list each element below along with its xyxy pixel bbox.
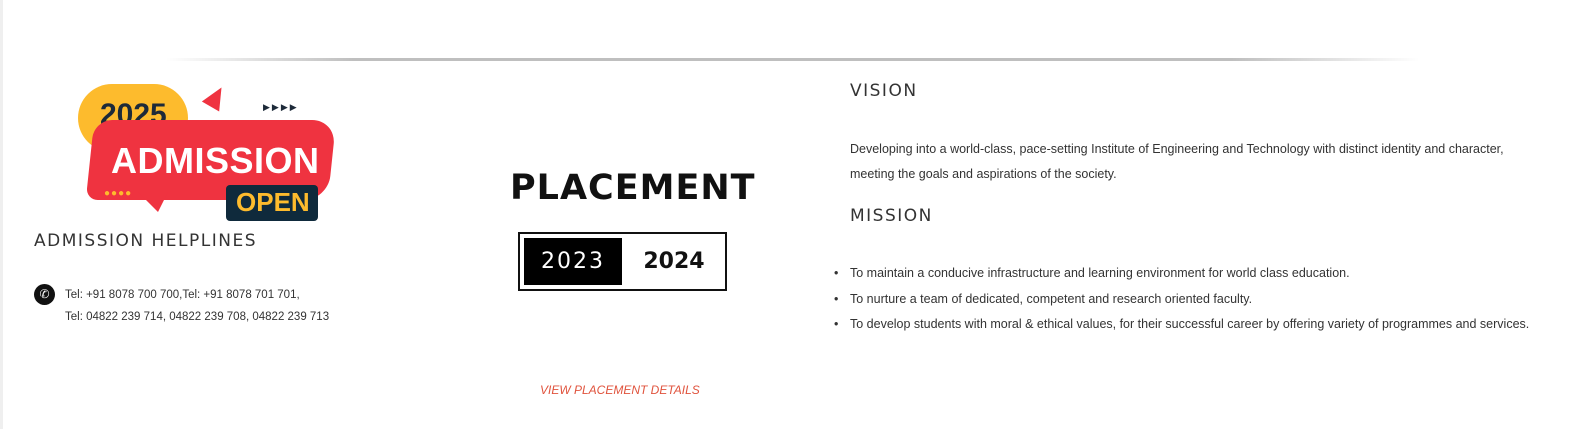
placement-year-to: 2024 (643, 249, 705, 274)
vision-heading: VISION (850, 81, 918, 101)
mission-item: To maintain a conducive infrastructure a… (834, 261, 1529, 287)
helpline-line-2: Tel: 04822 239 714, 04822 239 708, 04822… (65, 311, 330, 323)
arrows-icon: ▶▶▶▶ (263, 102, 299, 112)
placement-title: PLACEMENT (510, 168, 756, 208)
mission-list: To maintain a conducive infrastructure a… (834, 261, 1529, 338)
badge-main-text: ADMISSION (111, 140, 320, 181)
mission-item: To develop students with moral & ethical… (834, 312, 1529, 338)
helpline-line-1: Tel: +91 8078 700 700,Tel: +91 8078 701 … (65, 289, 300, 301)
placement-year-from: 2023 (524, 238, 622, 285)
mission-item: To nurture a team of dedicated, competen… (834, 287, 1529, 313)
mission-heading: MISSION (850, 206, 933, 226)
section-divider (165, 58, 1420, 61)
badge-open-text: OPEN (236, 187, 310, 217)
speech-bubble-tail (138, 192, 168, 212)
placement-year-box: 2023 2024 (518, 232, 727, 291)
spark-icon (201, 82, 231, 112)
helplines-title: ADMISSION HELPLINES (34, 231, 257, 251)
dots-icon: ●●●● (104, 188, 133, 199)
view-placement-details-link[interactable]: VIEW PLACEMENT DETAILS (540, 383, 700, 397)
admission-open-banner[interactable]: 2025 ▶▶▶▶ ADMISSION ●●●● OPEN (78, 82, 338, 224)
phone-icon: ✆ (34, 284, 55, 305)
vision-text: Developing into a world-class, pace-sett… (850, 142, 1504, 181)
left-border (0, 0, 3, 429)
